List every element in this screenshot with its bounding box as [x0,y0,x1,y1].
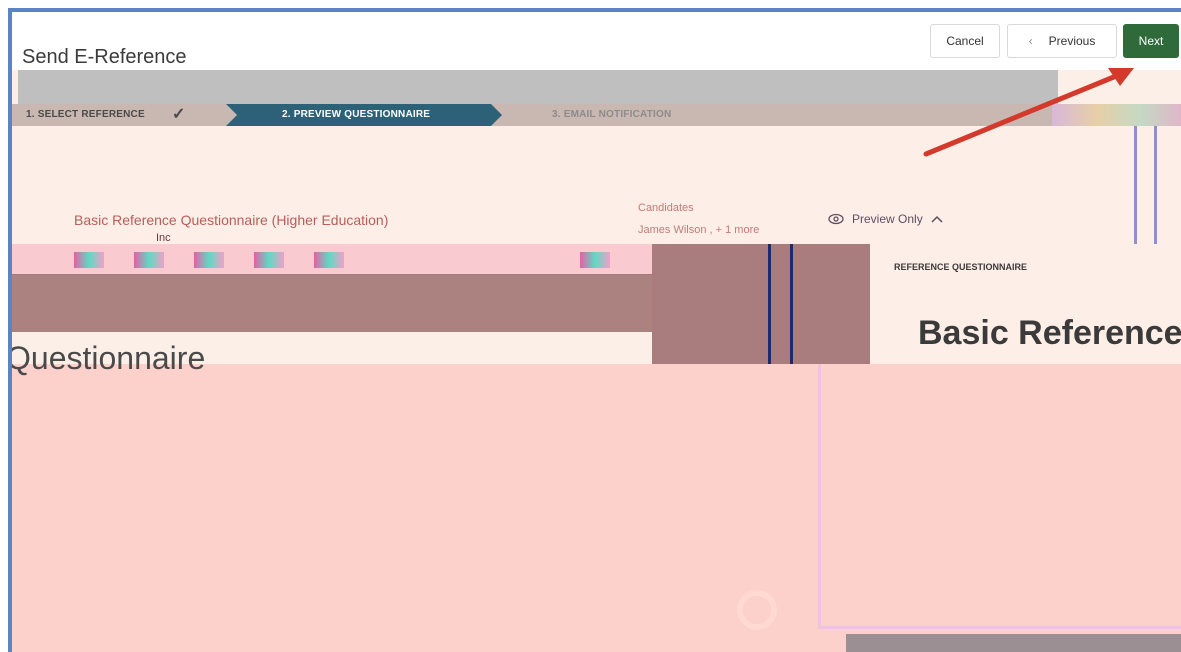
divider-line [1134,126,1137,244]
questionnaire-heading: Questionnaire [8,340,206,376]
preview-body-panel [818,364,1181,629]
toolbar-band [18,70,1058,104]
glitch-strip [1052,104,1181,126]
tab-chip[interactable] [194,252,224,268]
tab-chip[interactable] [580,252,610,268]
checkmark-icon: ✓ [172,106,186,123]
scroll-bar[interactable] [846,634,1181,652]
tab-chip[interactable] [74,252,104,268]
tab-chip[interactable] [314,252,344,268]
app-frame: Send E-Reference Cancel ‹ Previous Next … [8,8,1181,652]
step-preview-questionnaire[interactable]: 2. PREVIEW QUESTIONNAIRE [282,104,430,126]
page-title: Send E-Reference [22,46,187,68]
cancel-button[interactable]: Cancel [930,24,1000,58]
divider-line [790,244,793,368]
step-select-reference[interactable]: 1. SELECT REFERENCE [26,104,145,126]
questionnaire-title: Basic Reference Questionnaire (Higher Ed… [74,212,388,244]
preview-toggle[interactable]: Preview Only [828,212,943,226]
tab-chip[interactable] [254,252,284,268]
divider-line [768,244,771,368]
header: Send E-Reference Cancel ‹ Previous Next [12,12,1181,70]
previous-button-label: Previous [1048,34,1096,48]
chevron-up-icon [931,215,943,223]
eye-icon [828,213,844,225]
next-button[interactable]: Next [1123,24,1179,58]
reference-title: Basic Reference [918,314,1181,352]
questionnaire-subtitle: Inc [156,232,171,244]
step-email-notification[interactable]: 3. EMAIL NOTIFICATION [552,104,671,126]
divider-line [1154,126,1157,244]
preview-label: Preview Only [852,212,923,226]
candidates-value[interactable]: James Wilson , + 1 more [638,224,759,236]
reference-section-label: REFERENCE QUESTIONNAIRE [894,262,1028,272]
tab-chip[interactable] [134,252,164,268]
previous-button[interactable]: ‹ Previous [1007,24,1117,58]
loading-spinner-icon [737,590,777,630]
content-overlay-side [652,244,870,368]
candidates-label: Candidates [638,202,694,214]
chevron-left-icon: ‹ [1028,34,1033,48]
questionnaire-title-text: Basic Reference Questionnaire (Higher Ed… [74,212,389,228]
